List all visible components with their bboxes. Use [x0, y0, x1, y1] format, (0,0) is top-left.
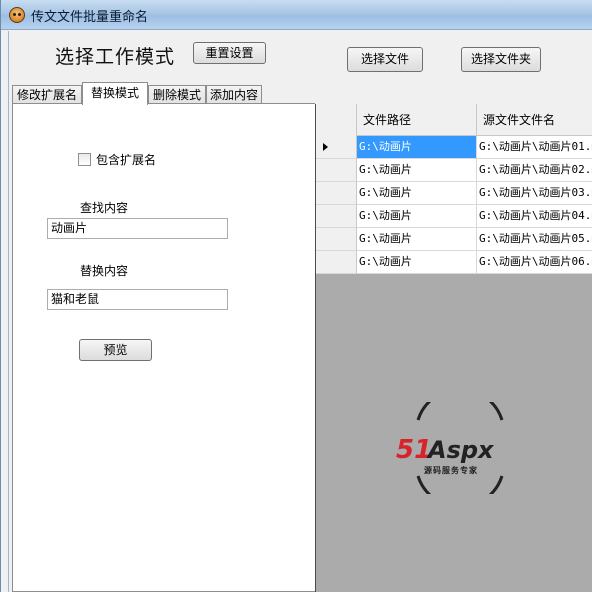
- row-header[interactable]: [316, 205, 357, 228]
- row-header[interactable]: [316, 159, 357, 182]
- tab-replace-mode[interactable]: 替换模式: [82, 82, 148, 105]
- cell-path[interactable]: G:\动画片: [357, 228, 477, 250]
- logo-tagline: 源码服务专家: [424, 465, 478, 475]
- table-row[interactable]: G:\动画片 G:\动画片\动画片03.m: [316, 182, 592, 205]
- column-header-source[interactable]: 源文件文件名: [477, 104, 592, 136]
- grid-corner[interactable]: [316, 104, 357, 136]
- logo-name: Aspx: [426, 436, 495, 464]
- cell-path[interactable]: G:\动画片: [357, 205, 477, 227]
- replace-label: 替换内容: [80, 264, 129, 278]
- reset-settings-button[interactable]: 重置设置: [193, 42, 266, 64]
- row-header[interactable]: [316, 136, 357, 159]
- row-header[interactable]: [316, 251, 357, 274]
- find-input[interactable]: 动画片: [47, 218, 228, 239]
- watermark-logo: 51 Aspx 源码服务专家: [396, 402, 504, 494]
- cell-source[interactable]: G:\动画片\动画片06.m: [477, 251, 592, 273]
- tab-delete-mode[interactable]: 删除模式: [148, 85, 206, 104]
- cell-source[interactable]: G:\动画片\动画片01.m: [477, 136, 592, 158]
- grid-header: 文件路径 源文件文件名: [316, 104, 592, 136]
- current-row-pointer-icon: [323, 143, 328, 151]
- table-row[interactable]: G:\动画片 G:\动画片\动画片05.m: [316, 228, 592, 251]
- logo-ring-top: [416, 402, 504, 421]
- window-title: 传文文件批量重命名: [31, 10, 149, 25]
- cell-source[interactable]: G:\动画片\动画片05.m: [477, 228, 592, 250]
- file-grid-area[interactable]: 文件路径 源文件文件名 G:\动画片 G:\动画片\动画片01.m G:\动画片…: [315, 104, 592, 592]
- cell-path[interactable]: G:\动画片: [357, 136, 477, 158]
- table-row[interactable]: G:\动画片 G:\动画片\动画片06.m: [316, 251, 592, 274]
- cell-path[interactable]: G:\动画片: [357, 159, 477, 181]
- include-extension-label: 包含扩展名: [96, 153, 157, 167]
- cartoon-face-icon: [9, 7, 25, 23]
- row-header[interactable]: [316, 182, 357, 205]
- tab-change-extension[interactable]: 修改扩展名: [12, 85, 82, 104]
- column-header-path[interactable]: 文件路径: [357, 104, 477, 136]
- logo-number: 51: [396, 435, 432, 465]
- table-row[interactable]: G:\动画片 G:\动画片\动画片01.m: [316, 136, 592, 159]
- find-label: 查找内容: [80, 201, 129, 215]
- file-grid: 文件路径 源文件文件名 G:\动画片 G:\动画片\动画片01.m G:\动画片…: [316, 104, 592, 274]
- row-header[interactable]: [316, 228, 357, 251]
- replace-mode-panel: 包含扩展名 查找内容 动画片 替换内容 猫和老鼠 预览: [12, 103, 315, 592]
- title-bar[interactable]: 传文文件批量重命名: [1, 0, 592, 30]
- preview-button[interactable]: 预览: [79, 339, 152, 361]
- cell-source[interactable]: G:\动画片\动画片04.m: [477, 205, 592, 227]
- table-row[interactable]: G:\动画片 G:\动画片\动画片04.m: [316, 205, 592, 228]
- replace-input[interactable]: 猫和老鼠: [47, 289, 228, 310]
- mode-title: 选择工作模式: [55, 46, 176, 68]
- table-row[interactable]: G:\动画片 G:\动画片\动画片02.m: [316, 159, 592, 182]
- app-window: 传文文件批量重命名 选择工作模式 重置设置 选择文件 选择文件夹 修改扩展名 替…: [0, 0, 592, 592]
- include-extension-checkbox[interactable]: [78, 153, 91, 166]
- client-area: 选择工作模式 重置设置 选择文件 选择文件夹 修改扩展名 替换模式 删除模式 添…: [8, 31, 592, 592]
- logo-ring-bottom: [416, 475, 504, 494]
- select-folder-button[interactable]: 选择文件夹: [461, 47, 541, 72]
- select-file-button[interactable]: 选择文件: [347, 47, 423, 72]
- tab-add-content[interactable]: 添加内容: [206, 85, 262, 104]
- cell-path[interactable]: G:\动画片: [357, 182, 477, 204]
- cell-source[interactable]: G:\动画片\动画片02.m: [477, 159, 592, 181]
- cell-source[interactable]: G:\动画片\动画片03.m: [477, 182, 592, 204]
- cell-path[interactable]: G:\动画片: [357, 251, 477, 273]
